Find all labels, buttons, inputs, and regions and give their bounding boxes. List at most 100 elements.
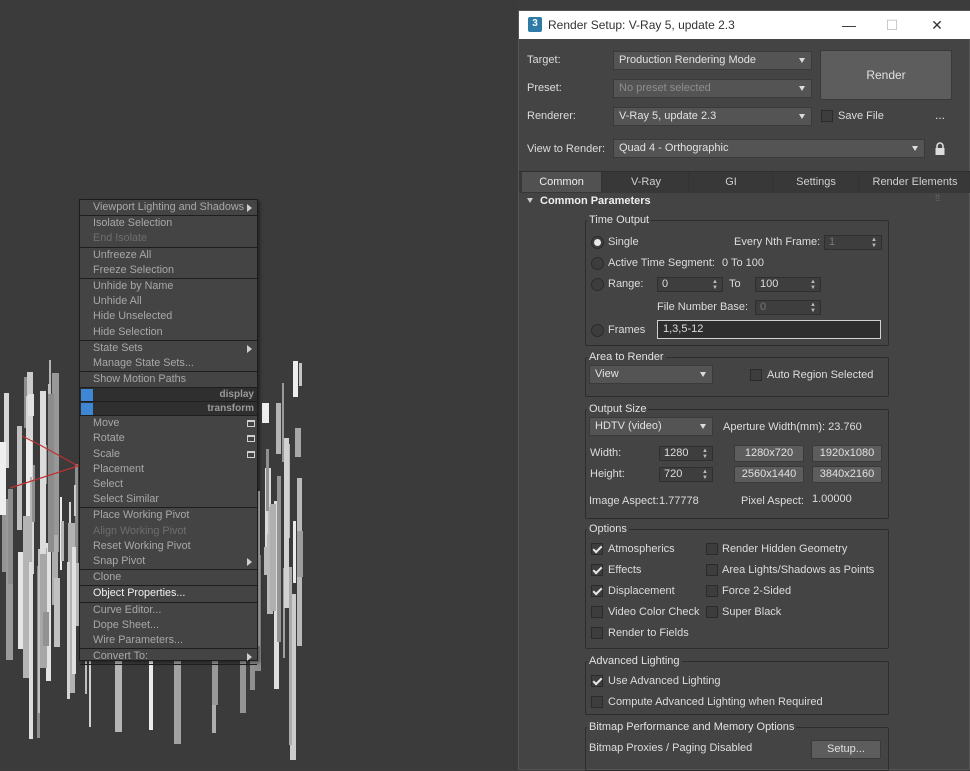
scene-object[interactable] [262, 403, 269, 423]
tab-settings[interactable]: Settings [774, 172, 859, 192]
range-radio[interactable] [591, 278, 604, 291]
video-color-check-checkbox[interactable] [591, 606, 603, 618]
scene-object[interactable] [28, 394, 34, 416]
preset-1280x720-button[interactable]: 1280x720 [734, 445, 804, 462]
output-size-dropdown[interactable]: HDTV (video) [589, 417, 713, 436]
tab-render-elements[interactable]: Render Elements [860, 172, 970, 192]
scene-object[interactable] [67, 562, 70, 699]
scene-object[interactable] [43, 612, 49, 646]
menu-item-object-properties[interactable]: Object Properties... [80, 586, 257, 601]
scene-object[interactable] [282, 383, 284, 462]
compute-advanced-lighting-checkbox[interactable] [591, 696, 603, 708]
menu-item-hide-unselected[interactable]: Hide Unselected [80, 309, 257, 324]
rollout-title[interactable]: Common Parameters [540, 195, 651, 207]
range-to-spinner[interactable]: 100 ▲ ▼ [755, 277, 821, 292]
tab-vray[interactable]: V-Ray [604, 172, 689, 192]
menu-item-wire-parameters[interactable]: Wire Parameters... [80, 633, 257, 648]
render-hidden-geometry-checkbox[interactable] [706, 543, 718, 555]
scene-object[interactable] [48, 394, 54, 552]
spinner-arrows-icon[interactable]: ▲ ▼ [871, 237, 877, 249]
scene-object[interactable] [293, 361, 298, 397]
scene-object[interactable] [74, 485, 76, 516]
range-from-spinner[interactable]: 0 ▲ ▼ [657, 277, 723, 292]
spinner-arrows-icon[interactable]: ▲ ▼ [702, 448, 708, 460]
scene-object[interactable] [29, 562, 33, 739]
menu-item-select-similar[interactable]: Select Similar [80, 492, 257, 507]
scene-object[interactable] [17, 426, 22, 530]
scene-object[interactable] [299, 363, 302, 386]
menu-item-move[interactable]: Move [80, 416, 257, 431]
scene-object[interactable] [289, 567, 292, 745]
spinner-arrows-icon[interactable]: ▲ ▼ [810, 279, 816, 291]
bitmap-setup-button[interactable]: Setup... [811, 740, 881, 759]
menu-item-manage-state-sets[interactable]: Manage State Sets... [80, 356, 257, 371]
menu-item-unhide-all[interactable]: Unhide All [80, 294, 257, 309]
title-bar[interactable]: 3 Render Setup: V-Ray 5, update 2.3 — ☐ … [519, 11, 970, 39]
collapse-rollout-icon[interactable] [527, 198, 533, 203]
menu-item-curve-editor[interactable]: Curve Editor... [80, 603, 257, 618]
settings-box-icon[interactable] [247, 450, 255, 458]
menu-item-rotate[interactable]: Rotate [80, 431, 257, 446]
menu-item-hide-selection[interactable]: Hide Selection [80, 325, 257, 340]
menu-item-snap-pivot[interactable]: Snap Pivot [80, 554, 257, 569]
displacement-checkbox[interactable] [591, 585, 603, 597]
scene-object[interactable] [23, 516, 30, 678]
settings-box-icon[interactable] [247, 420, 255, 428]
auto-region-selected-checkbox[interactable] [750, 369, 762, 381]
scene-object[interactable] [295, 428, 301, 457]
scene-object[interactable] [8, 489, 13, 584]
menu-item-reset-working-pivot[interactable]: Reset Working Pivot [80, 539, 257, 554]
menu-item-clone[interactable]: Clone [80, 570, 257, 585]
minimize-button[interactable]: — [834, 14, 864, 36]
preset-2560x1440-button[interactable]: 2560x1440 [734, 466, 804, 483]
close-button[interactable]: ✕ [922, 14, 952, 36]
scene-object[interactable] [40, 391, 46, 554]
menu-item-align-working-pivot[interactable]: Align Working Pivot [80, 524, 257, 539]
force-2-sided-checkbox[interactable] [706, 585, 718, 597]
scene-object[interactable] [270, 504, 276, 611]
tab-gi[interactable]: GI [690, 172, 773, 192]
render-button[interactable]: Render [820, 50, 952, 100]
lock-icon[interactable] [935, 142, 945, 155]
spinner-arrows-icon[interactable]: ▲ ▼ [810, 302, 816, 314]
menu-item-convert-to[interactable]: Convert To: [80, 649, 257, 664]
tab-common[interactable]: Common [522, 172, 602, 192]
scene-object[interactable] [0, 442, 6, 515]
scene-object[interactable] [284, 438, 289, 608]
renderer-dropdown[interactable]: V-Ray 5, update 2.3 [613, 107, 812, 126]
save-file-checkbox[interactable] [821, 110, 833, 122]
menu-item-placement[interactable]: Placement [80, 462, 257, 477]
preset-1920x1080-button[interactable]: 1920x1080 [812, 445, 882, 462]
scene-object[interactable] [277, 476, 281, 642]
super-black-checkbox[interactable] [706, 606, 718, 618]
area-to-render-dropdown[interactable]: View [589, 365, 713, 384]
every-nth-frame-spinner[interactable]: 1 ▲ ▼ [824, 235, 882, 250]
settings-box-icon[interactable] [247, 435, 255, 443]
menu-item-freeze-selection[interactable]: Freeze Selection [80, 263, 257, 278]
menu-item-dope-sheet[interactable]: Dope Sheet... [80, 618, 257, 633]
maximize-button[interactable]: ☐ [877, 14, 907, 36]
atmospherics-checkbox[interactable] [591, 543, 603, 555]
menu-item-unfreeze-all[interactable]: Unfreeze All [80, 248, 257, 263]
target-dropdown[interactable]: Production Rendering Mode [613, 51, 812, 70]
file-number-base-spinner[interactable]: 0 ▲ ▼ [755, 300, 821, 315]
menu-item-place-working-pivot[interactable]: Place Working Pivot [80, 508, 257, 523]
height-spinner[interactable]: 720 ▲ ▼ [659, 467, 713, 482]
menu-item-scale[interactable]: Scale [80, 447, 257, 462]
single-radio[interactable] [591, 236, 604, 249]
scene-object[interactable] [72, 547, 76, 674]
preset-dropdown[interactable]: No preset selected [613, 79, 812, 98]
scene-object[interactable] [40, 548, 47, 668]
menu-item-viewport-lighting-and-shadows[interactable]: Viewport Lighting and Shadows [80, 200, 257, 215]
viewport[interactable] [0, 0, 518, 770]
scene-object[interactable] [266, 449, 269, 511]
scene-object[interactable] [18, 552, 23, 649]
preset-3840x2160-button[interactable]: 3840x2160 [812, 466, 882, 483]
scene-object[interactable] [293, 521, 296, 583]
use-advanced-lighting-checkbox[interactable] [591, 675, 603, 687]
save-file-browse-button[interactable]: ... [935, 108, 945, 122]
view-to-render-dropdown[interactable]: Quad 4 - Orthographic [613, 139, 925, 158]
menu-item-unhide-by-name[interactable]: Unhide by Name [80, 279, 257, 294]
width-spinner[interactable]: 1280 ▲ ▼ [659, 446, 713, 461]
menu-item-state-sets[interactable]: State Sets [80, 341, 257, 356]
